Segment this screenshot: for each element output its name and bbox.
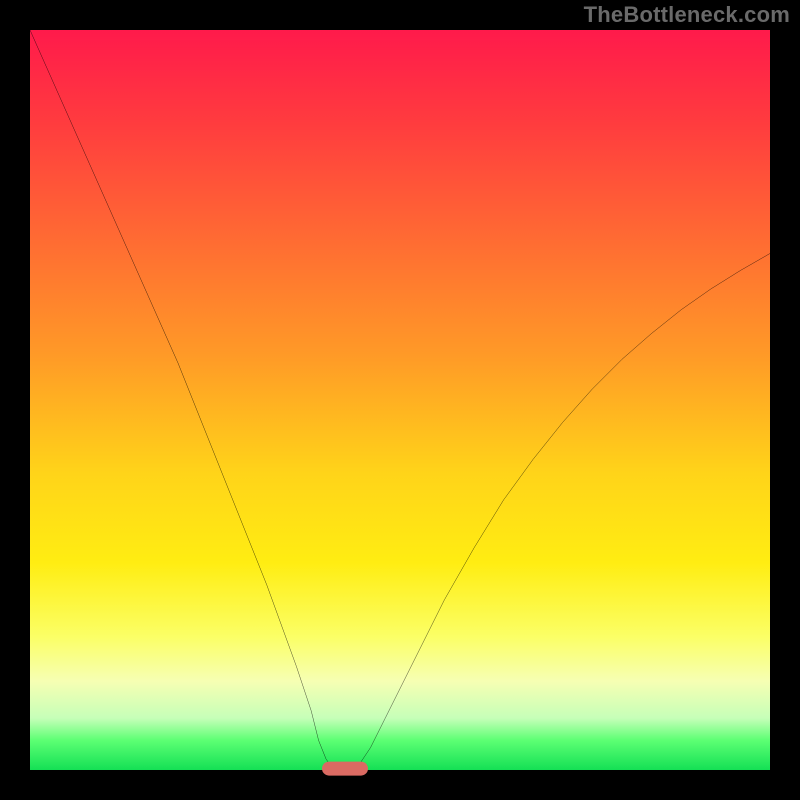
plot-area [30,30,770,770]
left-curve [30,30,333,770]
chart-frame: TheBottleneck.com [0,0,800,800]
bottleneck-marker [322,762,368,776]
watermark-text: TheBottleneck.com [584,2,790,28]
right-curve [356,253,770,770]
curve-layer [30,30,770,770]
